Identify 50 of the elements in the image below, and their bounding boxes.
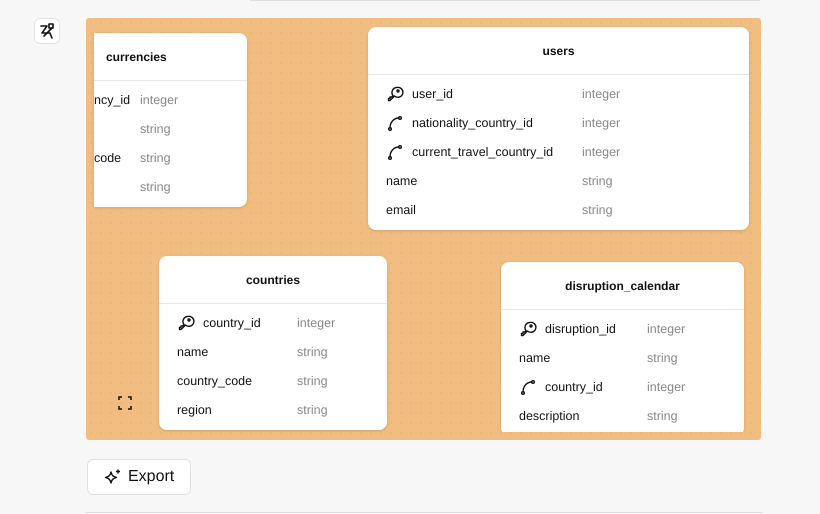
field-type: string: [297, 374, 328, 388]
table-card[interactable]: disruption_calendar disruption_id integer name string country_id integer description string: [501, 262, 744, 432]
field-type: integer: [297, 316, 336, 330]
field-name: country_code: [177, 374, 252, 388]
table-title: users: [542, 44, 575, 58]
field-type: integer: [647, 322, 686, 336]
table-title: currencies: [106, 50, 167, 64]
field-name: country_id: [545, 380, 603, 394]
field-type: string: [647, 350, 678, 364]
field-name: user_id: [412, 86, 453, 100]
table-card[interactable]: currencies ncy_id integer string code string string: [94, 33, 247, 207]
table-card[interactable]: countries country_id integer name string country_code string region string: [159, 256, 387, 430]
field-type: string: [297, 402, 328, 416]
field-type: string: [140, 180, 171, 194]
export-button[interactable]: Export: [87, 459, 192, 495]
field-type: string: [140, 122, 171, 136]
field-name: email: [386, 202, 416, 216]
key-icon: [177, 314, 195, 332]
field-type: string: [647, 408, 678, 422]
field-type: string: [582, 174, 613, 188]
field-type: integer: [582, 116, 620, 130]
field-name: disruption_id: [545, 322, 616, 336]
field-name: description: [519, 408, 580, 422]
field-name: region: [177, 402, 212, 416]
sparkle-icon: [104, 468, 122, 486]
field-name: current_travel_country_id: [412, 144, 554, 158]
table-card[interactable]: users user_id integer nationality_country_id integer current_travel_country_id integer name string email string: [368, 27, 749, 230]
relation-icon: [386, 142, 404, 160]
field-name: name: [519, 350, 550, 364]
field-type: integer: [140, 92, 178, 106]
field-type: string: [297, 344, 328, 358]
field-type: integer: [582, 86, 620, 100]
field-type: string: [582, 202, 613, 216]
key-icon: [386, 84, 404, 102]
field-type: string: [140, 150, 171, 164]
field-name: country_id: [203, 316, 261, 330]
field-name: nationality_country_id: [412, 116, 533, 130]
logo-icon: [35, 19, 59, 43]
field-name: ncy_id: [94, 92, 130, 106]
field-type: integer: [647, 380, 686, 394]
relation-icon: [386, 114, 404, 132]
field-name: name: [386, 174, 418, 188]
table-title: disruption_calendar: [565, 278, 680, 292]
field-name: code: [94, 150, 122, 164]
relation-icon: [519, 378, 537, 396]
table-title: countries: [246, 272, 300, 286]
field-type: integer: [582, 144, 620, 158]
field-name: name: [177, 344, 208, 358]
fit-view-icon[interactable]: [118, 396, 132, 410]
key-icon: [519, 320, 537, 338]
